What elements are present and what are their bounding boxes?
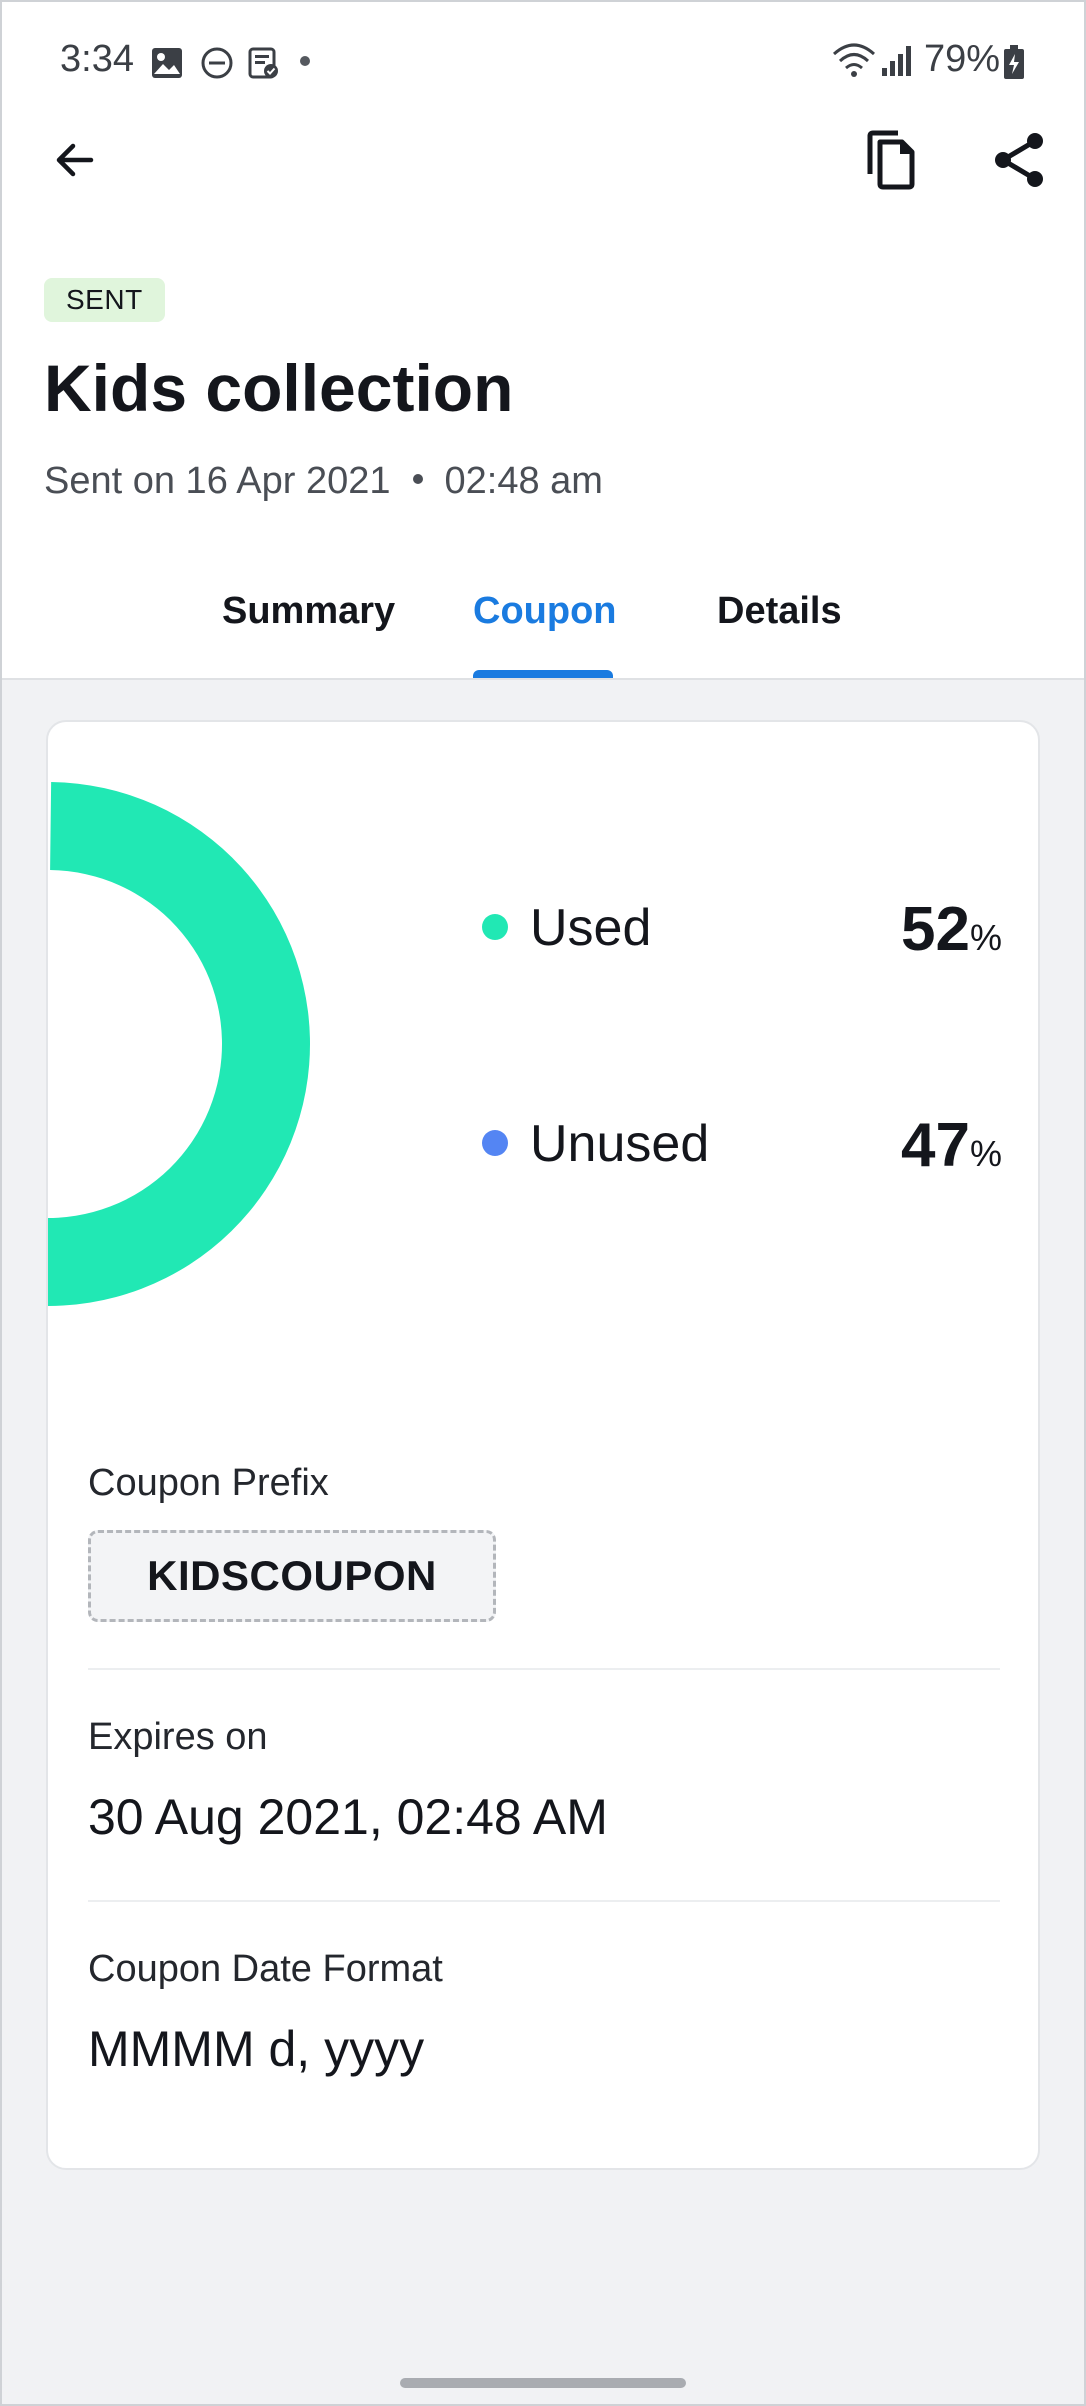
tab-summary[interactable]: Summary <box>222 590 395 633</box>
coupon-prefix-value[interactable]: KIDSCOUPON <box>88 1530 496 1622</box>
status-bar: 3:34 79% <box>0 0 1086 120</box>
coupon-usage-donut-chart <box>48 782 310 1306</box>
battery-percentage: 79% <box>924 38 1001 80</box>
battery-charging-icon <box>1004 45 1024 79</box>
status-badge: SENT <box>44 278 165 322</box>
tab-coupon[interactable]: Coupon <box>473 590 617 633</box>
legend-label-unused: Unused <box>530 1115 710 1173</box>
wifi-icon <box>832 43 876 77</box>
tab-bar: Summary Coupon Details <box>0 580 1086 678</box>
do-not-disturb-icon <box>201 47 233 79</box>
legend-value-used: 52% <box>901 894 1002 965</box>
coupon-date-format-label: Coupon Date Format <box>88 1948 443 1990</box>
unused-percent-unit: % <box>969 1133 1002 1174</box>
legend-dot-unused <box>482 1130 508 1156</box>
expires-on-label: Expires on <box>88 1716 268 1758</box>
used-percent: 52 <box>901 895 970 964</box>
status-time: 3:34 <box>60 38 134 80</box>
sent-timestamp: Sent on 16 Apr 2021 02:48 am <box>44 460 603 503</box>
back-button[interactable] <box>40 125 110 195</box>
unused-percent: 47 <box>901 1111 970 1180</box>
legend-value-unused: 47% <box>901 1110 1002 1181</box>
legend-item-unused: Unused 47% <box>482 1104 1002 1184</box>
share-button[interactable] <box>984 125 1054 195</box>
separator-dot <box>412 473 423 484</box>
divider <box>88 1900 1000 1902</box>
coupon-date-format-value: MMMM d, yyyy <box>88 2021 425 2077</box>
home-indicator[interactable] <box>400 2378 686 2388</box>
notification-dot <box>300 56 310 66</box>
legend-item-used: Used 52% <box>482 888 1002 968</box>
arrow-left-icon <box>56 143 94 177</box>
expires-on-value: 30 Aug 2021, 02:48 AM <box>88 1789 608 1845</box>
share-icon <box>995 133 1043 187</box>
image-icon <box>152 48 182 78</box>
active-tab-indicator <box>473 670 613 678</box>
divider <box>88 1668 1000 1670</box>
copy-icon <box>867 130 915 190</box>
copy-button[interactable] <box>856 125 926 195</box>
clipboard-check-icon <box>248 47 278 79</box>
legend-dot-used <box>482 914 508 940</box>
sent-time: 02:48 am <box>444 460 603 502</box>
header-panel: 3:34 79% SENT Kids collection Sent on 16… <box>0 0 1086 680</box>
used-percent-unit: % <box>969 917 1002 958</box>
legend-label-used: Used <box>530 899 652 957</box>
coupon-card: Used 52% Unused 47% Coupon Prefix KIDSCO… <box>46 720 1040 2170</box>
signal-icon <box>882 46 911 76</box>
coupon-prefix-label: Coupon Prefix <box>88 1462 329 1504</box>
tab-details[interactable]: Details <box>717 590 842 633</box>
page-title: Kids collection <box>44 351 514 425</box>
sent-date: Sent on 16 Apr 2021 <box>44 460 391 502</box>
donut-slice-used <box>48 782 310 1306</box>
